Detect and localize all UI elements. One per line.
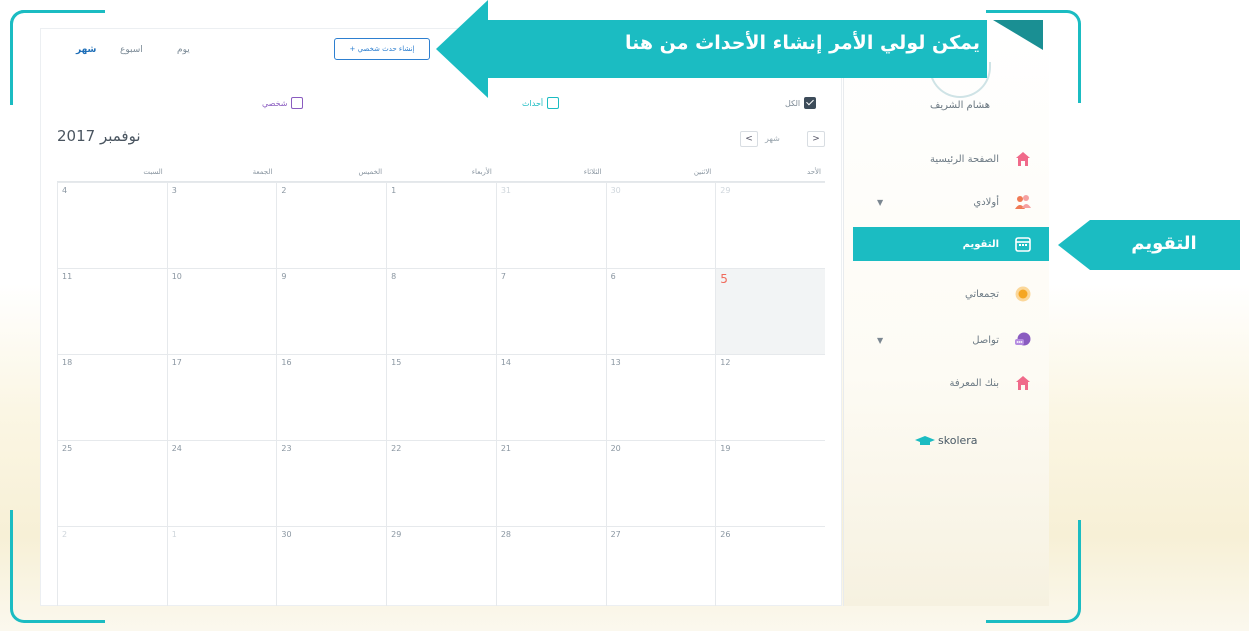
children-icon [1015,195,1031,209]
calendar-day-cell[interactable]: 8 [386,268,496,354]
callout-calendar-text: التقويم [1131,233,1197,254]
sidebar-item-calendar[interactable]: التقويم [853,227,1049,261]
sidebar-item-label: التقويم [962,238,999,250]
filter-all-checkbox[interactable] [804,97,817,109]
filter-events-label: أحداث [522,98,544,108]
tab-day[interactable]: يوم [177,45,190,55]
calendar-day-cell[interactable]: 10 [166,268,277,354]
calendar-day-cell[interactable]: 23 [276,440,387,526]
sidebar [843,28,1049,606]
chat-icon [1015,332,1031,346]
filter-events[interactable]: أحداث [522,97,560,109]
month-nav-label: شهر [765,134,780,143]
brand-name: skolera [938,434,978,447]
calendar-day-cell[interactable]: 2 [276,182,387,268]
calendar-day-cell[interactable]: 13 [605,354,716,440]
calendar-day-cell[interactable]: 25 [57,440,167,526]
calendar-day-cell[interactable]: 6 [605,268,716,354]
calendar-icon [1015,237,1031,252]
weekday-header: الخميس [276,162,387,182]
calendar-day-cell[interactable]: 1 [386,182,496,268]
calendar-day-cell[interactable]: 31 [495,182,606,268]
calendar-day-cell[interactable]: 12 [715,354,825,440]
filter-events-checkbox[interactable] [547,97,560,109]
calendar-day-cell[interactable]: 4 [57,182,167,268]
callout-arrow [1058,220,1090,270]
filter-personal[interactable]: شخصي [262,97,304,109]
weekday-header: السبت [57,162,167,182]
calendar-day-cell[interactable]: 26 [715,526,825,606]
calendar-day-cell[interactable]: 17 [166,354,277,440]
calendar-day-cell[interactable]: 18 [57,354,167,440]
sidebar-item-label: بنك المعرفة [949,377,1000,389]
calendar-day-cell[interactable]: 20 [605,440,716,526]
calendar-day-cell[interactable]: 29 [715,182,825,268]
calendar-day-cell[interactable]: 27 [605,526,716,606]
weekday-header: الاثنين [605,162,716,182]
calendar-day-cell[interactable]: 19 [715,440,825,526]
calendar-day-cell[interactable]: 1 [166,526,277,606]
create-personal-event-button[interactable]: + إنشاء حدث شخصي [334,38,430,60]
calendar-day-cell[interactable]: 14 [495,354,606,440]
prev-month-button[interactable]: < [740,131,758,147]
sidebar-item-label: تجمعاتي [964,288,999,300]
calendar-day-cell[interactable]: 24 [166,440,277,526]
filter-all-label: الكل [785,98,801,108]
filter-personal-checkbox[interactable] [291,97,304,109]
weekday-header: الجمعة [166,162,277,182]
filter-all[interactable]: الكل [785,97,817,109]
home-icon [1016,152,1030,166]
sidebar-item-contact[interactable]: ▼ تواصل [853,323,1049,357]
calendar-day-cell[interactable]: 30 [605,182,716,268]
calendar-day-cell[interactable]: 7 [495,268,606,354]
calendar-day-cell[interactable]: 22 [386,440,496,526]
month-title: نوفمبر 2017 [57,127,141,145]
calendar-day-cell[interactable]: 2 [57,526,167,606]
calendar-day-cell[interactable]: 15 [386,354,496,440]
calendar-day-cell[interactable]: 29 [386,526,496,606]
tab-week[interactable]: اسبوع [120,45,143,55]
sidebar-item-home[interactable]: الصفحة الرئيسية [853,142,1049,176]
tab-month[interactable]: شهر [76,45,96,55]
sidebar-item-knowledge-bank[interactable]: بنك المعرفة [853,366,1049,400]
user-name: هشام الشريف [929,100,990,111]
next-month-button[interactable]: > [807,131,825,147]
brand-logo: skolera [915,434,978,447]
calendar-day-cell[interactable]: 3 [166,182,277,268]
logo-flag [993,20,1043,50]
sidebar-item-children[interactable]: ▼ أولادي [853,185,1049,219]
sidebar-item-label: تواصل [972,334,999,346]
groups-icon [1015,286,1031,302]
callout-arrow [436,0,488,98]
knowledge-bank-icon [1016,376,1030,390]
calendar-day-cell[interactable]: 21 [495,440,606,526]
weekday-header: الأحد [715,162,825,182]
calendar-day-cell[interactable]: 30 [276,526,387,606]
sidebar-item-groups[interactable]: تجمعاتي [853,277,1049,311]
calendar-day-cell[interactable]: 11 [57,268,167,354]
graduation-cap-icon [915,435,935,445]
filter-personal-label: شخصي [262,98,288,108]
weekday-header: الثلاثاء [495,162,606,182]
sidebar-item-label: الصفحة الرئيسية [930,153,999,165]
sidebar-item-label: أولادي [973,196,999,208]
callout-create-events-text: يمكن لولي الأمر إنشاء الأحداث من هنا [624,32,980,54]
calendar-day-cell[interactable]: 9 [276,268,387,354]
weekday-header: الأربعاء [386,162,496,182]
calendar-day-cell[interactable]: 16 [276,354,387,440]
calendar-day-cell[interactable]: 28 [495,526,606,606]
chevron-down-icon: ▼ [877,335,884,345]
chevron-down-icon: ▼ [877,197,884,207]
calendar-day-cell[interactable]: 5 [715,268,825,354]
